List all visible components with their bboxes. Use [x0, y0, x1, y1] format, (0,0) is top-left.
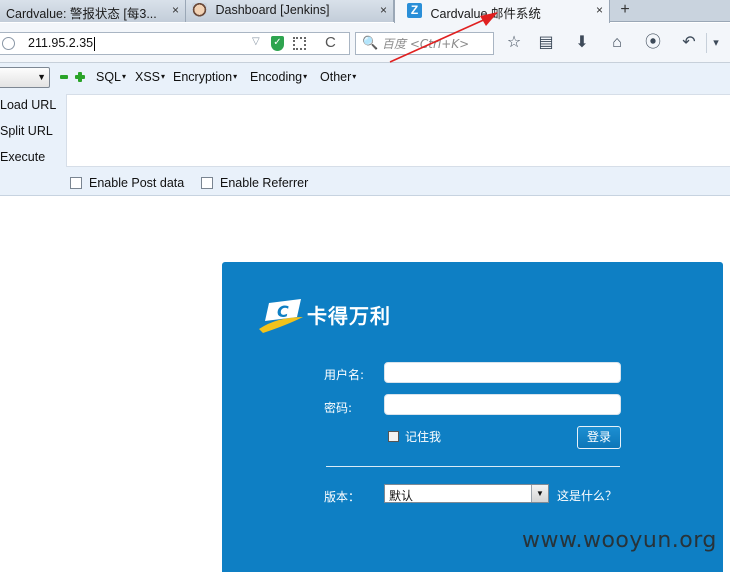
- menu-label: Other: [320, 70, 352, 84]
- checkbox-label: Enable Post data: [89, 176, 185, 190]
- jenkins-favicon-icon: [192, 3, 207, 18]
- hackbar-load-select[interactable]: ▼: [0, 67, 50, 88]
- menu-label: Encoding: [250, 70, 303, 84]
- caret-down-icon: ▾: [352, 72, 357, 81]
- reload-icon[interactable]: C: [325, 34, 336, 51]
- execute-button[interactable]: Execute: [0, 150, 62, 168]
- action-label: Split URL: [0, 124, 53, 138]
- decrease-icon[interactable]: [60, 75, 68, 79]
- search-input[interactable]: [382, 35, 490, 52]
- new-tab-button[interactable]: +: [612, 0, 638, 22]
- caret-down-icon: ▾: [233, 72, 238, 81]
- action-label: Load URL: [0, 98, 57, 112]
- hackbar-menu-sql[interactable]: SQL▾: [96, 70, 126, 84]
- close-tab-icon[interactable]: ×: [380, 3, 387, 17]
- menu-label: SQL: [96, 70, 122, 84]
- back-arrow-icon[interactable]: ↶: [679, 33, 699, 53]
- tab-jenkins-dashboard[interactable]: Dashboard [Jenkins] ×: [186, 0, 394, 22]
- checkbox-box[interactable]: [201, 177, 213, 189]
- menu-label: Encryption: [173, 70, 233, 84]
- version-select[interactable]: 默认 ▼: [384, 484, 549, 503]
- logo-letter: C: [277, 302, 289, 321]
- history-dropdown-icon[interactable]: ▽: [252, 36, 260, 47]
- reading-list-icon[interactable]: ▤: [536, 33, 556, 53]
- what-is-this-link[interactable]: 这是什么？: [557, 487, 617, 504]
- load-url-button[interactable]: Load URL: [0, 98, 62, 116]
- hackbar-panel: ▼ SQL▾ XSS▾ Encryption▾ Encoding▾ Other▾…: [0, 63, 730, 196]
- remember-me-label: 记住我: [405, 430, 442, 444]
- checkbox-box[interactable]: [70, 177, 82, 189]
- tab-title: Cardvalue: 警报状态 [每3...: [6, 7, 157, 21]
- cardvalue-logo: C 卡得万利: [257, 295, 417, 335]
- qr-code-icon[interactable]: [293, 37, 306, 50]
- bookmark-star-icon[interactable]: ☆: [504, 33, 524, 53]
- login-panel: C 卡得万利 用户名: 密码: 记住我 登录 版本： 默认 ▼ 这是什么？: [222, 262, 723, 572]
- sync-icon[interactable]: ⦿: [643, 33, 663, 53]
- hackbar-menu-other[interactable]: Other▾: [320, 70, 356, 84]
- tab-strip: Cardvalue: 警报状态 [每3... × Dashboard [Jenk…: [0, 0, 730, 23]
- close-tab-icon[interactable]: ×: [596, 3, 603, 17]
- navigation-toolbar: 211.95.2.35 ▽ ✓ C 🔍 ☆ ▤ ⬇ ⌂ ⦿ ↶ ▾: [0, 23, 730, 63]
- hackbar-menu-encoding[interactable]: Encoding▾: [250, 70, 307, 84]
- checkbox-label: Enable Referrer: [220, 176, 309, 190]
- form-divider: [326, 466, 620, 467]
- address-bar[interactable]: 211.95.2.35 ▽ ✓ C: [0, 32, 350, 55]
- login-button[interactable]: 登录: [577, 426, 621, 449]
- version-selected-value: 默认: [389, 489, 414, 503]
- tab-cardvalue-mail[interactable]: Z Cardvalue 邮件系统 ×: [394, 0, 610, 23]
- chevron-down-icon: ▼: [37, 72, 46, 82]
- increase-icon[interactable]: [75, 72, 85, 82]
- menu-dropdown-icon[interactable]: ▾: [707, 33, 725, 53]
- enable-post-data-checkbox[interactable]: Enable Post data: [70, 176, 184, 192]
- remember-me-checkbox[interactable]: 记住我: [388, 428, 441, 444]
- hackbar-menu-xss[interactable]: XSS▾: [135, 70, 165, 84]
- tab-title: Cardvalue 邮件系统: [430, 7, 541, 21]
- tab-cardvalue-alerts[interactable]: Cardvalue: 警报状态 [每3... ×: [0, 0, 186, 22]
- hackbar-url-textarea[interactable]: [66, 94, 730, 167]
- caret-down-icon: ▾: [122, 72, 127, 81]
- enable-referrer-checkbox[interactable]: Enable Referrer: [201, 176, 308, 192]
- hackbar-menu-encryption[interactable]: Encryption▾: [173, 70, 237, 84]
- tab-title: Dashboard [Jenkins]: [215, 3, 330, 17]
- caret-down-icon: ▾: [161, 72, 166, 81]
- username-label: 用户名:: [324, 368, 365, 382]
- password-label: 密码:: [324, 401, 353, 415]
- watermark-text: www.wooyun.org: [522, 528, 717, 553]
- search-bar[interactable]: 🔍: [355, 32, 494, 55]
- menu-label: XSS: [135, 70, 161, 84]
- green-shield-icon[interactable]: ✓: [271, 36, 284, 51]
- logo-text: 卡得万利: [307, 304, 391, 328]
- download-icon[interactable]: ⬇: [572, 33, 592, 53]
- zimbra-favicon-icon: Z: [407, 3, 422, 18]
- close-tab-icon[interactable]: ×: [172, 3, 179, 17]
- globe-icon: [2, 37, 15, 50]
- version-label: 版本：: [324, 490, 361, 504]
- password-field[interactable]: [384, 394, 621, 415]
- page-content: C 卡得万利 用户名: 密码: 记住我 登录 版本： 默认 ▼ 这是什么？: [0, 197, 730, 572]
- checkbox-box[interactable]: [388, 431, 399, 442]
- action-label: Execute: [0, 150, 46, 164]
- split-url-button[interactable]: Split URL: [0, 124, 62, 142]
- home-icon[interactable]: ⌂: [607, 33, 627, 53]
- search-icon: 🔍: [362, 35, 379, 50]
- caret-down-icon: ▾: [303, 72, 308, 81]
- username-field[interactable]: [384, 362, 621, 383]
- logo-swoosh-icon: C: [259, 299, 303, 333]
- url-text[interactable]: 211.95.2.35: [28, 36, 95, 51]
- chevron-down-icon[interactable]: ▼: [531, 485, 548, 502]
